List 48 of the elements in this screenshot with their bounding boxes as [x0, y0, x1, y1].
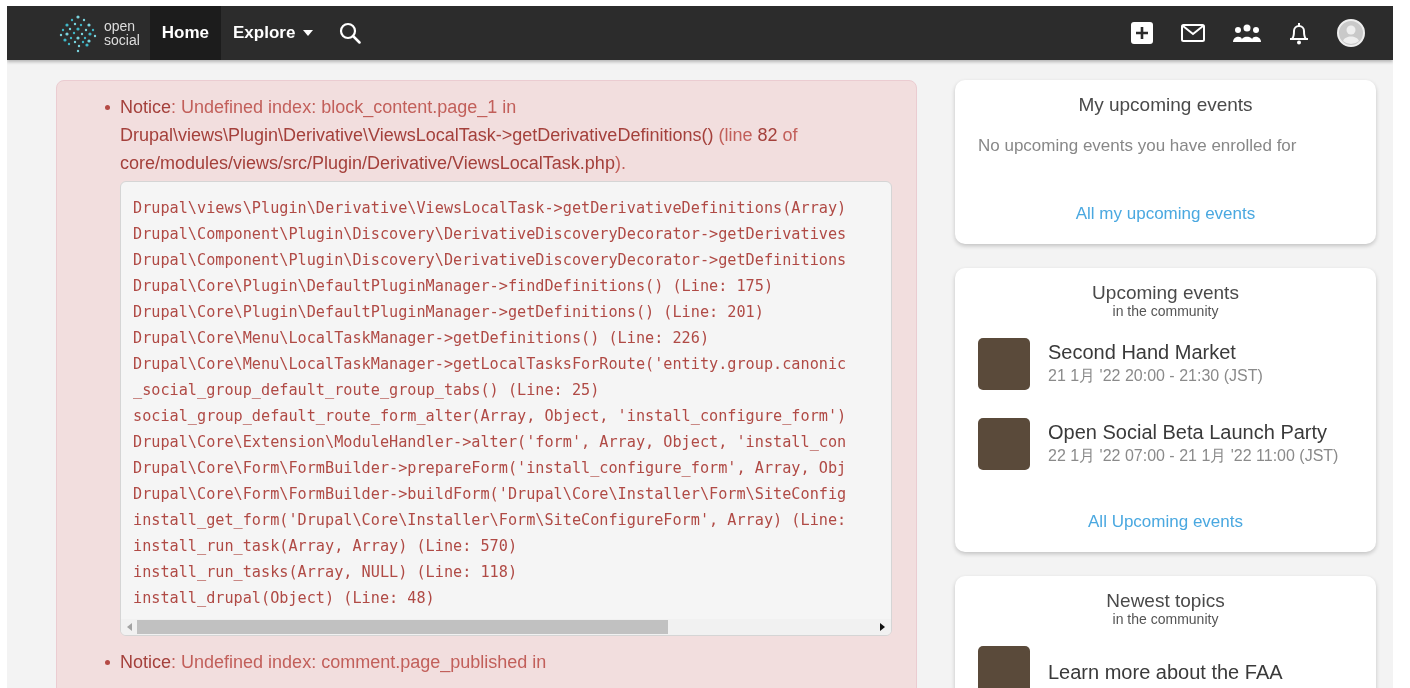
event-date: 22 1月 '22 07:00 - 21 1月 '22 11:00 (JST): [1048, 446, 1339, 466]
code-line: Drupal\Core\Menu\LocalTaskManager->getLocalTasksForRoute('entity.group.canonic: [133, 354, 848, 375]
empty-text: No upcoming events you have enrolled for: [978, 136, 1298, 156]
error-message: Notice: Undefined index: comment.page_published in: [120, 651, 548, 675]
code-line: Drupal\Component\Plugin\Discovery\DerivativeDiscoveryDecorator->getDefinitions: [133, 250, 848, 271]
bullet-icon: [105, 660, 110, 665]
card-subtitle: in the community: [1112, 304, 1219, 318]
code-line: install_run_task(Array, Array) (Line: 570): [133, 536, 519, 557]
item-title-link[interactable]: Second Hand Market: [1048, 341, 1236, 363]
bullet-icon: [105, 105, 110, 110]
code-line: social_group_default_route_form_alter(Array, Object, 'install_configure_form'): [133, 406, 848, 427]
horizontal-scrollbar[interactable]: [121, 619, 891, 635]
error-message: Notice: Undefined index: block_content.page_1 in Drupal\views\Plugin\Derivative\ViewsLocalTask->getDerivativeDefinitions() (line 82 of core/modules/views/src/Plugin/Derivative/ViewsLocalTask.php).: [120, 96, 799, 175]
code-line: Drupal\Core\Form\FormBuilder->buildForm('Drupal\Core\Installer\Form\SiteConfig: [133, 484, 848, 505]
item-title-link[interactable]: Open Social Beta Launch Party: [1048, 421, 1328, 443]
scrollbar-thumb[interactable]: [137, 620, 669, 634]
code-line: install_drupal(Object) (Line: 48): [133, 588, 436, 609]
code-line: Drupal\Core\Form\FormBuilder->prepareForm('install_configure_form', Array, Obj: [133, 458, 848, 479]
search-icon[interactable]: [339, 22, 362, 44]
code-line: Drupal\Core\Plugin\DefaultPluginManager->getDefinitions() (Line: 201): [133, 302, 765, 323]
mail-icon[interactable]: [1181, 24, 1205, 42]
scroll-right-icon[interactable]: [879, 622, 887, 632]
add-icon[interactable]: [1131, 22, 1153, 44]
avatar-icon[interactable]: [1337, 19, 1365, 47]
item-title-link[interactable]: Learn more about the FAA: [1048, 660, 1283, 683]
nav-link[interactable]: Explore: [221, 6, 326, 60]
people-icon[interactable]: [1233, 24, 1261, 42]
code-line: install_run_tasks(Array, NULL) (Line: 118): [133, 562, 519, 583]
nav-link[interactable]: Home: [149, 6, 222, 60]
code-line: Drupal\Component\Plugin\Discovery\DerivativeDiscoveryDecorator->getDerivatives: [133, 224, 848, 245]
event-date: 21 1月 '22 20:00 - 21:30 (JST): [1048, 366, 1263, 386]
card-title: Upcoming events: [1092, 282, 1239, 304]
code-line: _social_group_default_route_group_tabs() (Line: 25): [133, 380, 601, 401]
code-line: Drupal\Core\Menu\LocalTaskManager->getDefinitions() (Line: 226): [133, 328, 711, 349]
code-line: Drupal\views\Plugin\Derivative\ViewsLocalTask->getDerivativeDefinitions(Array): [133, 198, 848, 219]
logo-text[interactable]: social: [104, 33, 140, 47]
caret-icon: [303, 30, 314, 36]
photo-placeholder: [978, 338, 1030, 390]
card-title: My upcoming events: [1078, 94, 1253, 116]
code-line: Drupal\Core\Plugin\DefaultPluginManager->findDefinitions() (Line: 175): [133, 276, 775, 297]
code-line: Drupal\Core\Extension\ModuleHandler->alter('form', Array, Object, 'install_con: [133, 432, 848, 453]
bell-icon[interactable]: [1289, 21, 1309, 45]
photo-placeholder: [978, 418, 1030, 470]
logo-text[interactable]: open: [104, 19, 140, 33]
card-subtitle: in the community: [1112, 612, 1219, 626]
code-line: install_get_form('Drupal\Core\Installer\Form\SiteConfigureForm', Array) (Line:: [133, 510, 848, 531]
card-title: Newest topics: [1106, 590, 1225, 612]
photo-placeholder: [978, 646, 1030, 688]
